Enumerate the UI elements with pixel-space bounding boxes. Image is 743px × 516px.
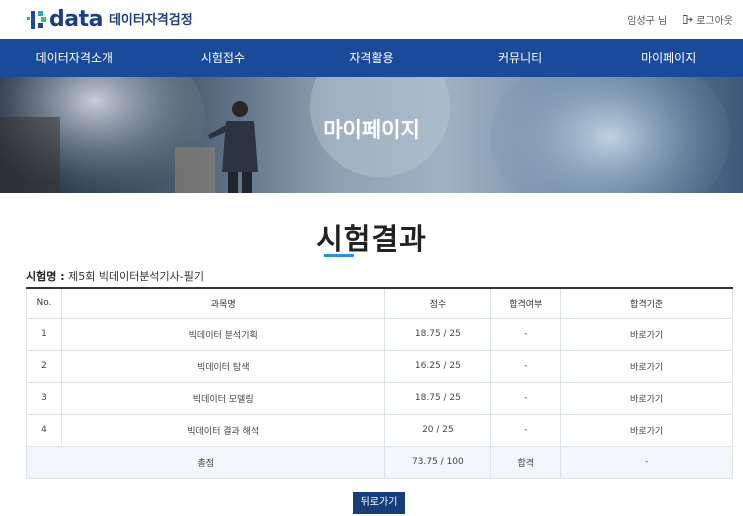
total-criteria: - (560, 445, 733, 479)
row-no: 1 (26, 317, 62, 351)
row-subject: 빅데이터 탐색 (60, 349, 386, 383)
logo-wordmark: data (49, 7, 103, 32)
logout-link[interactable]: 로그아웃 (683, 12, 733, 27)
result-table: No. 과목명 점수 합격여부 합격기준 1 빅데이터 분석기획 18.75 /… (25, 287, 733, 479)
row-subject: 빅데이터 모델링 (60, 381, 386, 415)
user-name: 임성구 님 (627, 16, 668, 27)
table-row: 1 빅데이터 분석기획 18.75 / 25 - 바로가기 (26, 317, 733, 351)
site-logo[interactable]: data 데이터자격검정 (27, 7, 193, 31)
row-subject: 빅데이터 분석기획 (60, 317, 386, 351)
col-header-score: 점수 (384, 287, 492, 319)
row-pass: - (490, 381, 562, 415)
row-subject: 빅데이터 결과 해석 (60, 413, 386, 447)
col-header-pass: 합격여부 (490, 287, 562, 319)
page-title: 시험결과 (316, 222, 427, 256)
title-accent-underline (324, 254, 354, 257)
hero-title: 마이페이지 (323, 118, 420, 142)
table-header-row: No. 과목명 점수 합격여부 합격기준 (26, 287, 733, 319)
k-logo-icon (27, 9, 47, 31)
total-pass: 합격 (490, 445, 562, 479)
col-header-criteria: 합격기준 (560, 287, 733, 319)
criteria-link[interactable]: 바로가기 (560, 413, 733, 447)
row-score: 18.75 / 25 (384, 317, 492, 351)
total-row: 총점 73.75 / 100 합격 - (25, 445, 733, 479)
hero-banner: 마이페이지 (0, 77, 743, 193)
row-pass: - (490, 349, 562, 383)
exam-name-label: 시험명 : (26, 270, 65, 283)
total-label: 총점 (25, 445, 386, 479)
row-pass: - (490, 317, 562, 351)
col-header-no: No. (26, 287, 62, 319)
row-score: 18.75 / 25 (384, 381, 492, 415)
row-pass: - (490, 413, 562, 447)
main-nav: 데이터자격소개 시험접수 자격활용 커뮤니티 마이페이지 (0, 39, 743, 77)
nav-item-community[interactable]: 커뮤니티 (446, 39, 595, 77)
nav-item-exam-registration[interactable]: 시험접수 (149, 39, 298, 77)
criteria-link[interactable]: 바로가기 (560, 349, 733, 383)
exam-name-line: 시험명 : 제5회 빅데이터분석기사-필기 (26, 268, 204, 284)
table-row: 2 빅데이터 탐색 16.25 / 25 - 바로가기 (26, 349, 733, 383)
nav-item-mypage[interactable]: 마이페이지 (594, 39, 743, 77)
site-title: 데이터자격검정 (108, 13, 193, 28)
nav-item-data-cert-intro[interactable]: 데이터자격소개 (0, 39, 149, 77)
row-score: 16.25 / 25 (384, 349, 492, 383)
table-row: 3 빅데이터 모델링 18.75 / 25 - 바로가기 (26, 381, 733, 415)
total-score: 73.75 / 100 (384, 445, 492, 479)
row-no: 4 (26, 413, 62, 447)
logout-icon (683, 15, 693, 24)
user-area: 임성구 님 로그아웃 (627, 12, 733, 27)
criteria-link[interactable]: 바로가기 (560, 381, 733, 415)
table-row: 4 빅데이터 결과 해석 20 / 25 - 바로가기 (26, 413, 733, 447)
exam-name-value: 제5회 빅데이터분석기사-필기 (68, 270, 204, 283)
nav-item-cert-usage[interactable]: 자격활용 (297, 39, 446, 77)
row-no: 2 (26, 349, 62, 383)
row-no: 3 (26, 381, 62, 415)
logout-label: 로그아웃 (696, 16, 733, 27)
col-header-subject: 과목명 (60, 287, 386, 319)
row-score: 20 / 25 (384, 413, 492, 447)
back-button[interactable]: 뒤로가기 (353, 492, 405, 514)
criteria-link[interactable]: 바로가기 (560, 317, 733, 351)
top-bar: data 데이터자격검정 임성구 님 로그아웃 (0, 0, 743, 39)
